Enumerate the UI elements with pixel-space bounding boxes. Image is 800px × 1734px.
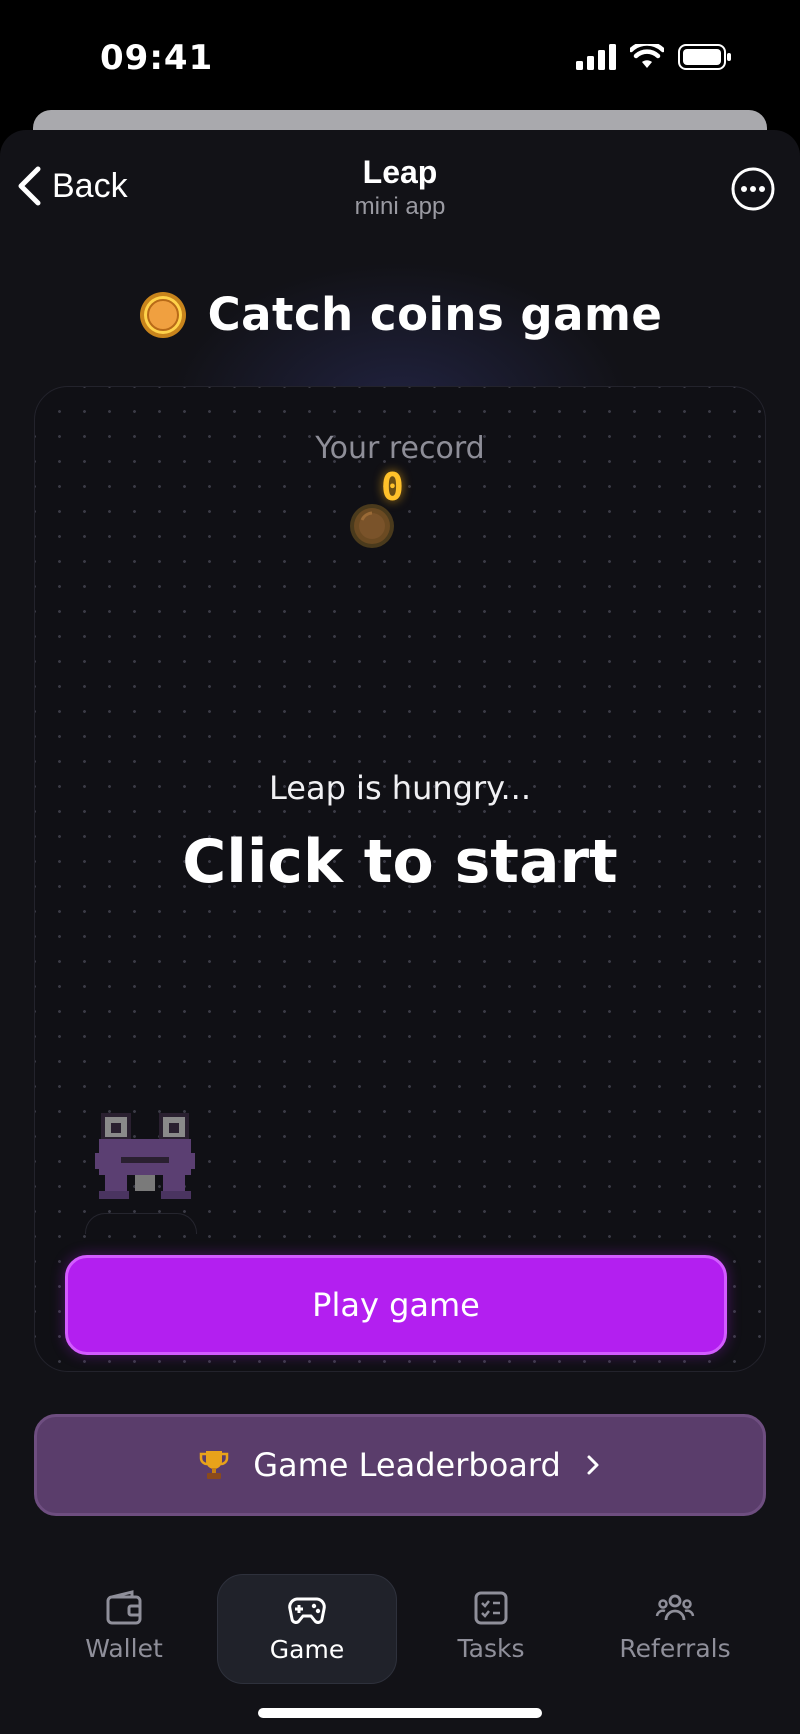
coin-icon [350,504,394,548]
chevron-right-icon [587,1455,599,1475]
record-value: 0 [381,465,404,509]
tasks-icon [474,1591,508,1625]
tab-referrals-label: Referrals [619,1634,731,1663]
gamepad-icon [288,1597,326,1624]
game-area[interactable]: Your record 0 Leap is hungry... Click to… [34,386,766,1372]
tab-tasks[interactable]: Tasks [401,1574,581,1684]
start-prompt[interactable]: Click to start [35,827,765,897]
mini-app-sheet: Back Leap mini app Catch coins game Your… [0,130,800,1734]
wallet-icon [106,1590,142,1625]
frog-platform [85,1213,197,1234]
tab-game-label: Game [269,1635,345,1664]
tab-tasks-label: Tasks [457,1634,525,1663]
cellular-signal-icon [576,44,616,70]
page-title: Leap [362,154,438,190]
record-label: Your record [315,431,485,466]
status-bar: 09:41 [0,0,800,110]
hungry-text: Leap is hungry... [269,769,531,807]
game-title: Catch coins game [207,288,663,341]
status-icons [576,44,732,70]
status-time: 09:41 [100,38,214,78]
leaderboard-button[interactable]: Game Leaderboard [34,1414,766,1516]
game-heading: Catch coins game [0,288,800,341]
nav-title-group: Leap mini app [0,154,800,221]
coin-icon [139,291,186,338]
page-subtitle: mini app [354,193,446,220]
referrals-icon [655,1594,695,1621]
home-indicator [258,1708,542,1718]
trophy-icon [199,1451,229,1479]
tab-wallet-label: Wallet [85,1634,163,1663]
leaderboard-label: Game Leaderboard [253,1446,561,1484]
play-game-label: Play game [312,1286,480,1324]
wifi-icon [630,44,664,68]
battery-icon [678,44,731,70]
bottom-tab-bar: Wallet Game Tasks Referrals [0,1562,800,1692]
tab-referrals[interactable]: Referrals [585,1574,765,1684]
tab-wallet[interactable]: Wallet [34,1574,214,1684]
more-options-icon[interactable] [730,166,776,212]
frog-character-icon [95,1113,195,1199]
tab-game[interactable]: Game [217,1574,397,1684]
play-game-button[interactable]: Play game [65,1255,727,1355]
